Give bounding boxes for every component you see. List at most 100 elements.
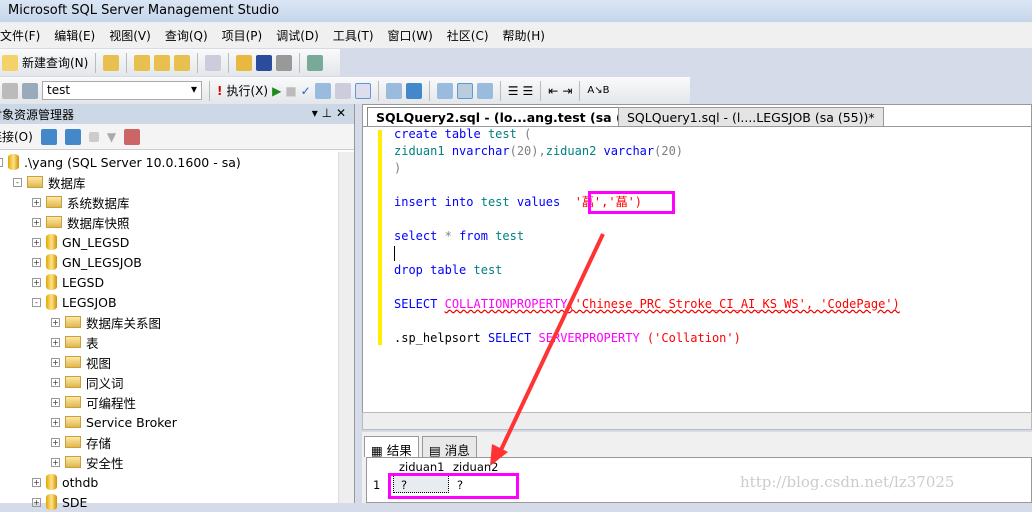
dmx-query-icon[interactable] [154, 54, 171, 71]
expand-icon[interactable]: + [32, 237, 41, 247]
menu-tools[interactable]: 工具(T) [333, 27, 374, 44]
refresh-icon[interactable] [124, 128, 141, 145]
client-stats-icon[interactable] [405, 82, 422, 99]
menu-query[interactable]: 查询(Q) [165, 27, 208, 44]
execute-button[interactable]: 执行(X) [226, 82, 268, 99]
db-engine-query-icon[interactable] [103, 54, 120, 71]
column-header-ziduan1[interactable]: ziduan1 [399, 460, 444, 474]
tree-node[interactable]: + 数据库快照 [32, 212, 130, 232]
tree-node[interactable]: + GN_LEGSJOB [32, 252, 142, 272]
parse-check-icon[interactable]: ✓ [301, 84, 311, 98]
expand-icon[interactable]: + [32, 197, 41, 207]
tree-node[interactable]: - .\yang (SQL Server 10.0.1600 - sa) [0, 152, 241, 172]
close-icon[interactable]: ✕ [336, 106, 346, 120]
database-select[interactable]: test ▾ [42, 81, 202, 100]
code-token: (20) [654, 144, 684, 158]
expand-icon[interactable]: + [51, 377, 60, 387]
text-cursor [394, 246, 395, 261]
editor-horizontal-scrollbar[interactable] [362, 412, 1032, 430]
tree-node[interactable]: + othdb [32, 472, 98, 492]
query-designer-icon[interactable] [334, 82, 351, 99]
results-to-text-icon[interactable] [436, 82, 453, 99]
change-connection-icon[interactable] [22, 82, 38, 99]
column-header-ziduan2[interactable]: ziduan2 [453, 460, 498, 474]
code-token: COLLATIONPROPERTY [444, 297, 568, 311]
expand-icon[interactable]: + [32, 217, 41, 227]
filter-icon[interactable]: ▼ [107, 130, 116, 144]
activity-monitor-icon[interactable] [307, 54, 324, 71]
results-to-grid-icon[interactable] [456, 82, 473, 99]
menu-help[interactable]: 帮助(H) [503, 27, 545, 44]
tree-node[interactable]: + 视图 [51, 352, 111, 372]
menu-file[interactable]: 文件(F) [0, 27, 40, 44]
tab-messages[interactable]: ▤ 消息 [422, 436, 477, 458]
sqlce-query-icon[interactable] [205, 54, 222, 71]
tab-results[interactable]: ▦ 结果 [364, 436, 419, 458]
tree-node[interactable]: - 数据库 [13, 172, 86, 192]
connect-icon[interactable] [2, 82, 18, 99]
dropdown-icon[interactable]: ▾ [312, 106, 318, 120]
stop-icon[interactable] [88, 131, 99, 142]
display-plan-icon[interactable] [314, 82, 331, 99]
tree-node[interactable]: + 存储 [51, 432, 111, 452]
pin-icon[interactable]: ⊥ [322, 106, 332, 120]
tree-node[interactable]: + LEGSD [32, 272, 104, 292]
include-plan-icon[interactable] [385, 82, 402, 99]
results-to-icon[interactable] [354, 82, 371, 99]
tree-node[interactable]: + 同义词 [51, 372, 124, 392]
expand-icon[interactable]: + [51, 457, 60, 467]
results-to-file-icon[interactable] [476, 82, 493, 99]
tree-node[interactable]: + GN_LEGSD [32, 232, 129, 252]
tree-node[interactable]: + 可编程性 [51, 392, 136, 412]
expand-icon[interactable]: + [32, 277, 41, 287]
increase-indent-icon[interactable]: ⇥ [562, 84, 572, 98]
expand-icon[interactable]: + [51, 397, 60, 407]
collapse-icon[interactable]: - [32, 297, 41, 307]
menu-debug[interactable]: 调试(D) [276, 27, 319, 44]
tree-node[interactable]: + 系统数据库 [32, 192, 130, 212]
connect-server-icon[interactable] [40, 128, 57, 145]
menu-community[interactable]: 社区(C) [447, 27, 489, 44]
object-explorer-scrollbar[interactable] [338, 152, 354, 503]
expand-icon[interactable]: + [51, 357, 60, 367]
tree-node[interactable]: + 表 [51, 332, 99, 352]
collapse-icon[interactable]: - [13, 177, 22, 187]
folder-icon [27, 176, 43, 188]
tree-node-label: 同义词 [86, 375, 124, 391]
separator [499, 80, 501, 101]
xmla-query-icon[interactable] [174, 54, 191, 71]
disconnect-icon[interactable] [64, 128, 81, 145]
expand-icon[interactable]: + [32, 497, 41, 507]
tree-node[interactable]: + SDE [32, 492, 87, 512]
expand-icon[interactable]: + [51, 417, 60, 427]
stop-icon[interactable]: ■ [285, 84, 296, 98]
tree-node[interactable]: - LEGSJOB [32, 292, 117, 312]
expand-icon[interactable]: + [51, 337, 60, 347]
menu-view[interactable]: 视图(V) [109, 27, 151, 44]
comment-icon[interactable]: ☰ [508, 84, 519, 98]
uncomment-icon[interactable]: ☰ [522, 84, 533, 98]
tab-sqlquery1[interactable]: SQLQuery1.sql - (l....LEGSJOB (sa (55))* [618, 107, 884, 127]
expand-icon[interactable]: + [32, 477, 41, 487]
query-editor[interactable]: SQLQuery2.sql - (lo...ang.test (sa (51))… [362, 104, 1032, 430]
collapse-icon[interactable]: - [0, 157, 3, 167]
mdx-query-icon[interactable] [134, 54, 151, 71]
menu-window[interactable]: 窗口(W) [388, 27, 433, 44]
tree-node[interactable]: + 数据库关系图 [51, 312, 161, 332]
tree-node[interactable]: + Service Broker [51, 412, 177, 432]
tree-node[interactable]: + 安全性 [51, 452, 124, 472]
new-query-button[interactable]: 新建查询(N) [22, 54, 88, 71]
expand-icon[interactable]: + [32, 257, 41, 267]
menu-project[interactable]: 项目(P) [222, 27, 263, 44]
debug-play-icon[interactable]: ▶ [272, 84, 281, 98]
expand-icon[interactable]: + [51, 437, 60, 447]
expand-icon[interactable]: + [51, 317, 60, 327]
specify-values-icon[interactable]: A↘B [587, 85, 609, 96]
print-icon[interactable] [276, 54, 293, 71]
menu-edit[interactable]: 编辑(E) [54, 27, 95, 44]
open-file-icon[interactable] [236, 54, 253, 71]
connect-dropdown[interactable]: 连接(O) [0, 128, 33, 145]
save-icon[interactable] [256, 54, 273, 71]
tree-node-label: 可编程性 [86, 395, 137, 411]
decrease-indent-icon[interactable]: ⇤ [548, 84, 558, 98]
